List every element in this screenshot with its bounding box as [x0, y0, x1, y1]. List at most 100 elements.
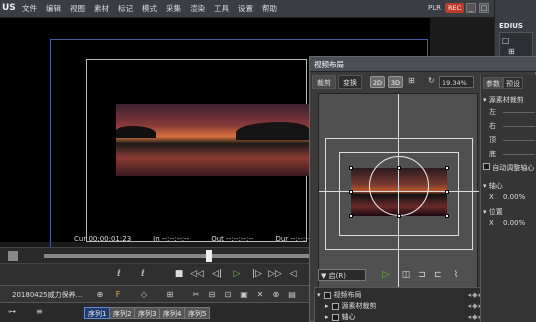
link-icon[interactable]: ⊶	[8, 307, 16, 316]
kf-row-source-crop[interactable]: ▸ 源素材裁剪 ◂◆▸	[317, 301, 483, 312]
tab-presets[interactable]: 预设	[503, 77, 523, 89]
tab-transform[interactable]: 变换	[338, 75, 362, 89]
menu-tools[interactable]: 工具	[214, 3, 229, 14]
menu-bar: US 文件 编辑 视图 素材 标记 模式 采集 渲染 工具 设置 帮助 PLR …	[0, 0, 536, 18]
step-forward-button[interactable]: |▷	[250, 268, 264, 281]
guide-vertical	[398, 94, 399, 294]
play-button[interactable]: ▷	[230, 268, 244, 281]
sequence-tab-bar: ⊶ ≡ 序列1 序列2 序列3 序列4 序列5	[0, 302, 310, 322]
position-scrubber[interactable]	[0, 247, 310, 263]
crop-right-slider[interactable]	[503, 126, 535, 127]
dialog-prev-key-button[interactable]: ◫	[400, 269, 412, 281]
tab-sequence-5[interactable]: 序列5	[184, 307, 211, 319]
step-back-button[interactable]: ◁|	[210, 268, 224, 281]
project-name: 20180425威力保养...	[12, 291, 83, 299]
resize-handle[interactable]	[349, 190, 353, 194]
menu-marker[interactable]: 标记	[118, 3, 133, 14]
rotation-circle[interactable]	[369, 156, 429, 216]
tab-sequence-1[interactable]: 序列1	[84, 307, 111, 319]
crop-left-slider[interactable]	[503, 112, 535, 113]
resize-handle[interactable]	[349, 166, 353, 170]
playhead-handle[interactable]	[206, 250, 212, 262]
tree-item[interactable]: ⊞	[508, 47, 515, 56]
plr-label[interactable]: PLR	[428, 4, 441, 12]
resize-handle[interactable]	[445, 214, 449, 218]
minimize-button[interactable]: _	[466, 3, 476, 13]
layout-canvas[interactable]	[318, 93, 479, 294]
auto-adjust-checkbox[interactable]: 自动调整轴心	[483, 163, 534, 173]
grid-icon[interactable]: ⊞	[408, 76, 415, 85]
menu-render[interactable]: 渲染	[190, 3, 205, 14]
menu-clip[interactable]: 素材	[94, 3, 109, 14]
tree-item[interactable]: □	[502, 36, 510, 45]
resize-handle[interactable]	[349, 214, 353, 218]
cut-icon[interactable]: ✂	[190, 289, 202, 300]
rec-badge[interactable]: REC	[445, 3, 465, 13]
kf-checkbox[interactable]	[323, 292, 331, 299]
menu-capture[interactable]: 采集	[166, 3, 181, 14]
menu-settings[interactable]: 设置	[238, 3, 253, 14]
group-icon[interactable]: ⊞	[164, 289, 176, 300]
transport-bar: ℓ ℓ ■ ◁◁ ◁| ▷ |▷ ▷▷ ◁	[0, 263, 310, 285]
menu-file[interactable]: 文件	[22, 3, 37, 14]
tab-parameters[interactable]: 参数	[483, 77, 503, 89]
mark-in-button[interactable]: ℓ	[112, 268, 126, 281]
kf-checkbox[interactable]	[331, 303, 339, 310]
scrub-start-button[interactable]	[8, 251, 18, 261]
kf-row-pivot[interactable]: ▸ 轴心 ◂◆▸	[317, 312, 483, 322]
tab-sequence-2[interactable]: 序列2	[109, 307, 136, 319]
out-timecode: --:--:--:--	[226, 235, 254, 243]
position-x-value[interactable]: 0.00%	[503, 219, 525, 227]
dialog-play-button[interactable]: ▷	[380, 269, 392, 281]
snap-icon[interactable]: ▤	[286, 289, 298, 300]
split-icon[interactable]: ⊟	[206, 289, 218, 300]
menu-mode[interactable]: 模式	[142, 3, 157, 14]
menu-edit[interactable]: 编辑	[46, 3, 61, 14]
dialog-title[interactable]: 视频布局	[310, 57, 536, 72]
scrub-track[interactable]	[44, 254, 310, 258]
fast-forward-button[interactable]: ▷▷	[268, 268, 282, 281]
dialog-next-key-button[interactable]: ⊏	[432, 269, 444, 281]
track-select[interactable]: ▼ 启(R)	[318, 269, 366, 281]
tab-sequence-4[interactable]: 序列4	[159, 307, 186, 319]
resize-handle[interactable]	[397, 214, 401, 218]
crop-bottom-slider[interactable]	[503, 154, 535, 155]
prev-edit-button[interactable]: ◁	[286, 268, 300, 281]
paste-icon[interactable]: ▣	[238, 289, 250, 300]
delete-icon[interactable]: ✕	[254, 289, 266, 300]
maximize-button[interactable]: □	[479, 3, 489, 13]
resize-handle[interactable]	[397, 166, 401, 170]
crop-bottom-label: 底	[489, 150, 496, 158]
resize-handle[interactable]	[445, 190, 449, 194]
kf-checkbox[interactable]	[331, 314, 339, 321]
crop-top-slider[interactable]	[503, 140, 535, 141]
pivot-section-header[interactable]: ▾ 轴心	[483, 181, 503, 191]
layout-icon[interactable]: ≡	[36, 307, 43, 316]
mode-2d-button[interactable]: 2D	[370, 76, 385, 88]
timeline-toolbar: 20180425威力保养... ⊕ F ◇ ⊞ ✂ ⊟ ⊡ ▣ ✕ ⊗ ▤	[0, 285, 310, 302]
dialog-curve-button[interactable]: ⌇	[450, 269, 462, 281]
stop-button[interactable]: ■	[172, 268, 186, 281]
add-track-icon[interactable]: ⊕	[94, 289, 106, 300]
crop-left-label: 左	[489, 108, 496, 116]
ripple-delete-icon[interactable]: ⊗	[270, 289, 282, 300]
tab-sequence-3[interactable]: 序列3	[134, 307, 161, 319]
kf-row-video-layout[interactable]: ▾ 视频布局 ◂◆▸	[317, 290, 483, 301]
menu-help[interactable]: 帮助	[262, 3, 277, 14]
tab-crop[interactable]: 裁剪	[312, 75, 336, 89]
mode-3d-button[interactable]: 3D	[388, 76, 403, 88]
dialog-add-key-button[interactable]: ⊐	[416, 269, 428, 281]
rewind-button[interactable]: ◁◁	[190, 268, 204, 281]
crop-section-header[interactable]: ▾ 源素材裁剪	[483, 95, 524, 105]
menu-view[interactable]: 视图	[70, 3, 85, 14]
app-logo: US	[2, 3, 16, 13]
copy-icon[interactable]: ⊡	[222, 289, 234, 300]
pivot-x-value[interactable]: 0.00%	[503, 193, 525, 201]
in-timecode: --:--:--:--	[161, 235, 190, 243]
mark-out-button[interactable]: ℓ	[136, 268, 150, 281]
clip-icon[interactable]: ◇	[138, 289, 150, 300]
position-section-header[interactable]: ▾ 位置	[483, 207, 503, 217]
resize-handle[interactable]	[445, 166, 449, 170]
zoom-select[interactable]: 19.34%	[439, 76, 474, 88]
f-tool-icon[interactable]: F	[112, 289, 124, 300]
